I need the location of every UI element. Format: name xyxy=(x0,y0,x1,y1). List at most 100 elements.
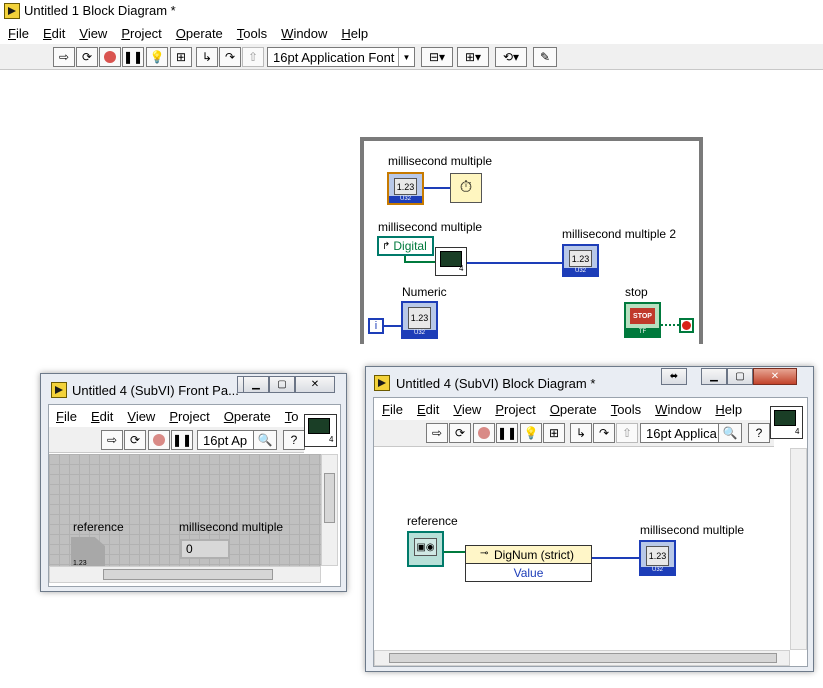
context-help-icon[interactable]: ? xyxy=(283,430,305,450)
menu-view[interactable]: View xyxy=(79,26,107,41)
reference-terminal-label: reference xyxy=(407,514,458,528)
numeric-wire[interactable] xyxy=(592,557,640,559)
minimize-button[interactable]: ▁ xyxy=(243,376,269,393)
step-over-icon[interactable]: ↷ xyxy=(593,423,615,443)
menu-operate[interactable]: Operate xyxy=(176,26,223,41)
scrollbar-thumb[interactable] xyxy=(324,473,335,523)
reorder-icon[interactable]: ⟲▾ xyxy=(495,47,527,67)
distribute-objects-icon[interactable]: ⊞▾ xyxy=(457,47,489,67)
highlight-execution-icon[interactable]: 💡 xyxy=(520,423,542,443)
property-node[interactable]: DigNum (strict) ⊸ Value xyxy=(465,545,592,582)
search-icon[interactable]: 🔍 xyxy=(718,423,742,443)
menu-project[interactable]: Project xyxy=(495,402,535,417)
pause-icon[interactable]: ❚❚ xyxy=(122,47,144,67)
run-continuously-icon[interactable]: ⟳ xyxy=(124,430,146,450)
font-selector[interactable]: 16pt Application Font ▼ xyxy=(267,47,415,67)
subvi-number: 4 xyxy=(795,427,800,436)
menu-help[interactable]: Help xyxy=(715,402,742,417)
subvi-node[interactable]: 4 xyxy=(435,247,467,276)
menu-project[interactable]: Project xyxy=(121,26,161,41)
abort-icon[interactable] xyxy=(148,430,170,450)
menu-help[interactable]: Help xyxy=(341,26,368,41)
numeric-indicator-terminal[interactable]: 1.23 U32 xyxy=(401,301,438,339)
abort-icon[interactable] xyxy=(99,47,121,67)
abort-icon[interactable] xyxy=(473,423,495,443)
menu-edit[interactable]: Edit xyxy=(43,26,65,41)
menu-window[interactable]: Window xyxy=(655,402,701,417)
restore-icon[interactable]: ⬌ xyxy=(661,368,687,385)
subvi-block-diagram-window[interactable]: Untitled 4 (SubVI) Block Diagram * ⬌ ▁ ▢… xyxy=(365,366,814,672)
menu-window[interactable]: Window xyxy=(281,26,327,41)
numeric-wire-2[interactable] xyxy=(467,262,563,264)
ms-multiple-2-indicator-terminal[interactable]: 1.23 U32 xyxy=(562,244,599,277)
ms-multiple-indicator-label: millisecond multiple xyxy=(179,520,284,534)
minimize-button[interactable]: ▁ xyxy=(701,368,727,385)
menu-operate[interactable]: Operate xyxy=(224,409,271,424)
terminal-type: U32 xyxy=(403,330,436,337)
wait-until-next-ms-multiple-node[interactable]: ⏱ xyxy=(450,173,482,203)
run-continuously-icon[interactable]: ⟳ xyxy=(449,423,471,443)
menu-file[interactable]: File xyxy=(8,26,29,41)
step-into-icon[interactable]: ↳ xyxy=(196,47,218,67)
step-into-icon[interactable]: ↳ xyxy=(570,423,592,443)
horizontal-scrollbar[interactable] xyxy=(49,566,321,583)
close-button[interactable]: ✕ xyxy=(295,376,335,393)
vertical-scrollbar[interactable] xyxy=(790,448,807,650)
scrollbar-thumb[interactable] xyxy=(103,569,273,580)
menu-tools[interactable]: Tools xyxy=(237,26,267,41)
ms-multiple-control-terminal[interactable]: 1.23 U32 xyxy=(387,172,424,205)
run-continuously-icon[interactable]: ⟳ xyxy=(76,47,98,67)
property-value[interactable]: Value xyxy=(466,564,591,582)
menu-project[interactable]: Project xyxy=(169,409,209,424)
terminal-value: 1.23 xyxy=(394,178,417,195)
numeric-wire[interactable] xyxy=(424,187,450,189)
close-button[interactable]: ✕ xyxy=(753,368,797,385)
stop-button-terminal[interactable]: STOP TF xyxy=(624,302,661,338)
subvi-front-panel-window[interactable]: Untitled 4 (SubVI) Front Pa... ⬌ ▁ ▢ ✕ F… xyxy=(40,373,347,592)
step-over-icon[interactable]: ↷ xyxy=(219,47,241,67)
loop-condition-terminal[interactable] xyxy=(679,318,694,333)
menu-file[interactable]: File xyxy=(56,409,77,424)
retain-wire-values-icon[interactable]: ⊞ xyxy=(170,47,192,67)
align-objects-icon[interactable]: ⊟▾ xyxy=(421,47,453,67)
maximize-button[interactable]: ▢ xyxy=(727,368,753,385)
pause-icon[interactable]: ❚❚ xyxy=(171,430,193,450)
retain-wire-values-icon[interactable]: ⊞ xyxy=(543,423,565,443)
context-help-icon[interactable]: ? xyxy=(748,423,770,443)
pause-icon[interactable]: ❚❚ xyxy=(496,423,518,443)
maximize-button[interactable]: ▢ xyxy=(269,376,295,393)
run-icon[interactable]: ⇨ xyxy=(53,47,75,67)
vi-icon[interactable]: 4 xyxy=(770,406,803,439)
menu-file[interactable]: File xyxy=(382,402,403,417)
step-out-icon[interactable]: ⇧ xyxy=(616,423,638,443)
vertical-scrollbar[interactable] xyxy=(321,454,338,566)
horizontal-scrollbar[interactable] xyxy=(374,650,790,666)
reference-wire[interactable] xyxy=(444,551,466,553)
digital-reference-node[interactable]: ↱ Digital xyxy=(377,236,434,256)
clean-up-diagram-icon[interactable]: ✎ xyxy=(533,47,557,67)
menu-view[interactable]: View xyxy=(127,409,155,424)
run-icon[interactable]: ⇨ xyxy=(426,423,448,443)
run-icon[interactable]: ⇨ xyxy=(101,430,123,450)
iteration-terminal[interactable]: i xyxy=(368,318,384,334)
menu-view[interactable]: View xyxy=(453,402,481,417)
font-selector[interactable]: 16pt Applica xyxy=(640,423,720,443)
boolean-wire[interactable] xyxy=(661,324,679,326)
menu-tools[interactable]: Tools xyxy=(611,402,641,417)
reference-wire-horizontal[interactable] xyxy=(404,261,436,263)
menu-operate[interactable]: Operate xyxy=(550,402,597,417)
menu-edit[interactable]: Edit xyxy=(91,409,113,424)
search-icon[interactable]: 🔍 xyxy=(253,430,277,450)
main-title-bar[interactable]: Untitled 1 Block Diagram * xyxy=(0,0,823,22)
iteration-wire[interactable] xyxy=(384,325,402,327)
step-out-icon[interactable]: ⇧ xyxy=(242,47,264,67)
bool-type: TF xyxy=(626,328,659,336)
menu-tools[interactable]: To xyxy=(285,409,299,424)
ms-multiple-indicator-terminal[interactable]: 1.23 U32 xyxy=(639,540,676,576)
terminal-type: U32 xyxy=(389,196,422,203)
scrollbar-thumb[interactable] xyxy=(389,653,777,663)
menu-edit[interactable]: Edit xyxy=(417,402,439,417)
highlight-execution-icon[interactable]: 💡 xyxy=(146,47,168,67)
vi-icon[interactable]: 4 xyxy=(304,414,337,447)
reference-control-terminal[interactable]: ▣◉ xyxy=(407,531,444,567)
